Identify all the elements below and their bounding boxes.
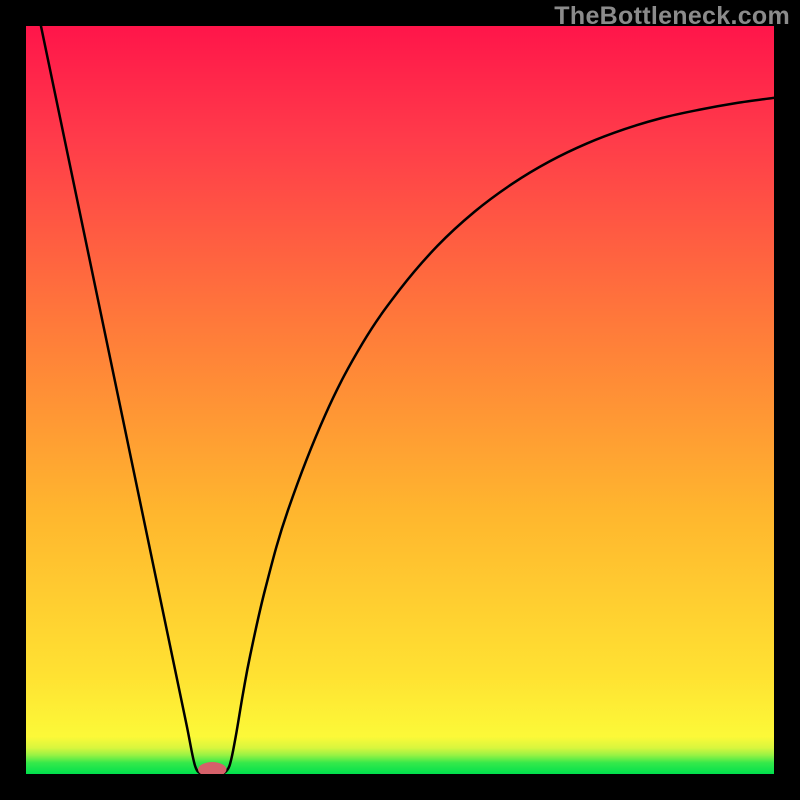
bottleneck-chart bbox=[26, 26, 774, 774]
gradient-background bbox=[26, 26, 774, 774]
chart-frame: TheBottleneck.com bbox=[0, 0, 800, 800]
watermark-text: TheBottleneck.com bbox=[554, 2, 790, 31]
